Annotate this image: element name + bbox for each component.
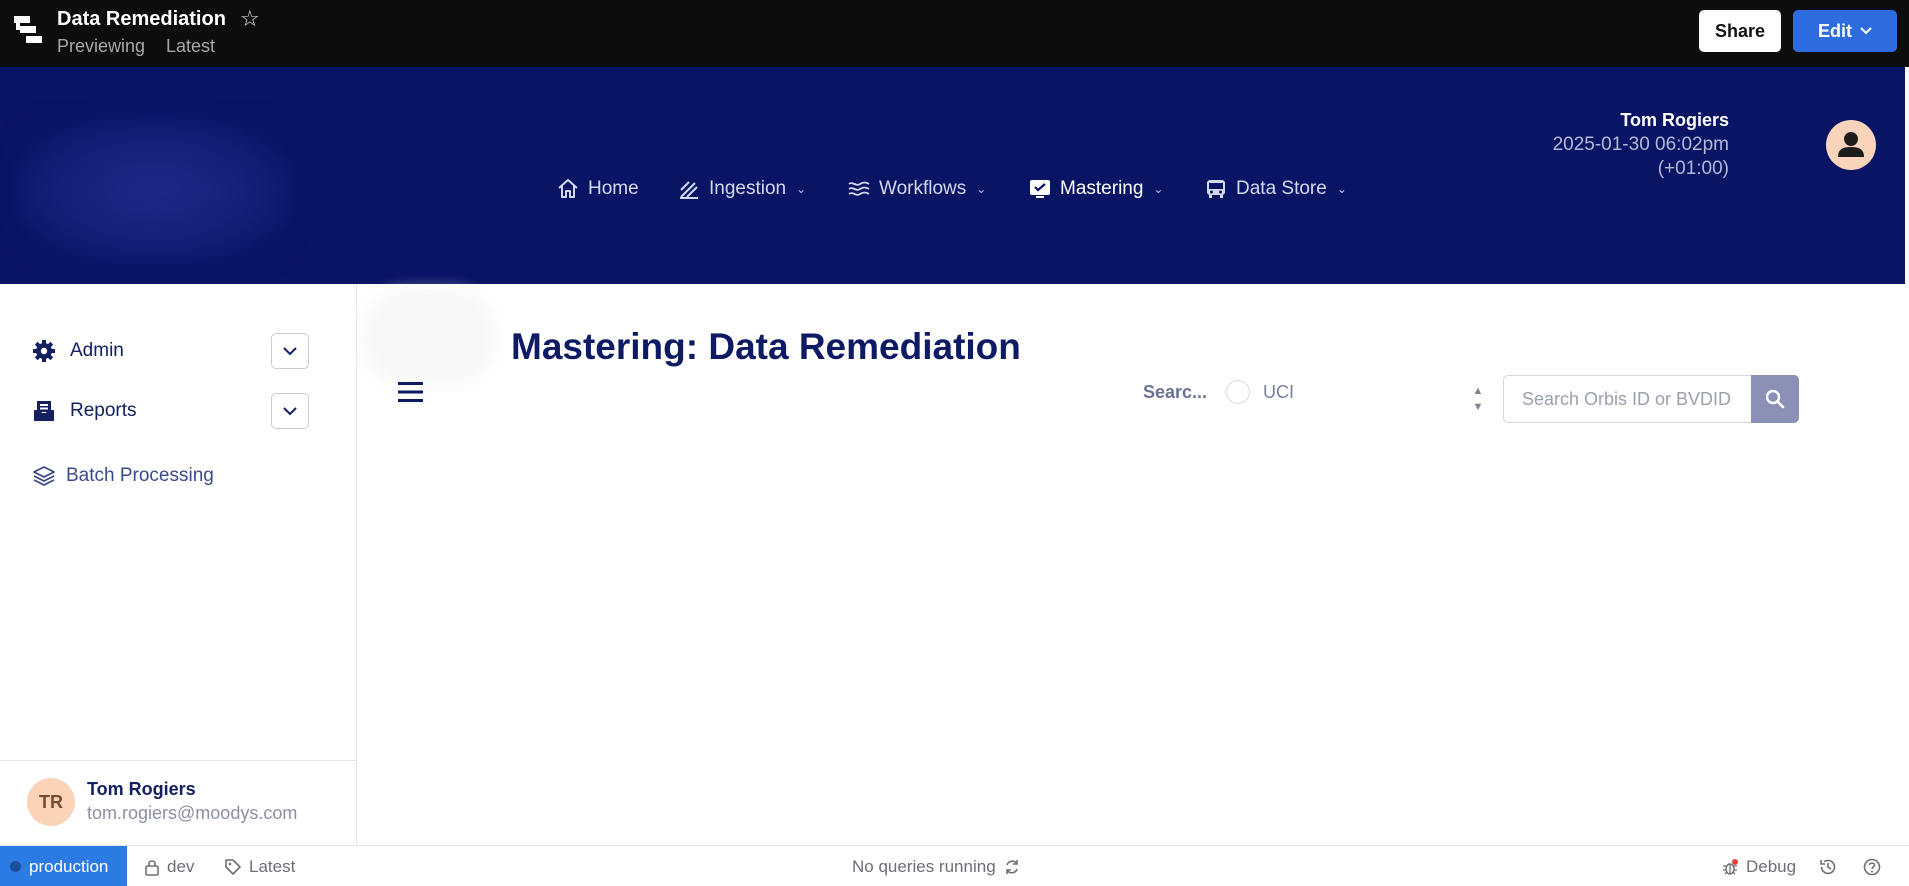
environment-badge[interactable]: production — [0, 846, 127, 886]
app-title: Data Remediation — [57, 8, 226, 30]
help-icon — [1863, 858, 1881, 875]
environment-label: production — [29, 856, 109, 876]
sidebar-item-label: Admin — [70, 340, 124, 361]
chevron-down-icon: ⌄ — [796, 182, 807, 196]
nav-item-data-store[interactable]: Data Store ⌄ — [1204, 174, 1347, 204]
edit-button-label: Edit — [1818, 20, 1852, 41]
tag-icon — [225, 858, 241, 875]
admin-expand-button[interactable] — [271, 333, 309, 369]
nav-label: Data Store — [1236, 178, 1327, 199]
stepper-up-icon[interactable]: ▲ — [1471, 383, 1485, 399]
blurred-logo — [14, 115, 294, 265]
nav-label: Ingestion — [709, 178, 787, 199]
search-mode-label: Searc... — [1143, 382, 1208, 402]
sidebar-item-label: Reports — [70, 400, 137, 421]
chevron-down-icon — [1860, 27, 1872, 35]
header-user-time: 2025-01-30 06:02pm (+01:00) — [1489, 133, 1729, 181]
sidebar: Admin Reports Batch Processing TR Tom Ro… — [0, 284, 357, 845]
app-logo-icon — [14, 16, 42, 43]
data-store-icon — [1207, 180, 1225, 198]
stepper-down-icon[interactable]: ▼ — [1471, 399, 1485, 415]
user-timezone: (+01:00) — [1657, 158, 1729, 179]
nav-item-workflows[interactable]: Workflows ⌄ — [847, 174, 986, 204]
sidebar-link-batch-processing[interactable]: Batch Processing — [32, 464, 214, 488]
history-icon — [1820, 859, 1836, 874]
layers-icon — [33, 466, 55, 486]
tag-label: Latest — [249, 856, 296, 876]
footer-user-email: tom.rogiers@moodys.com — [87, 803, 298, 823]
bug-icon — [1723, 858, 1738, 875]
nav-label: Workflows — [879, 178, 967, 199]
avatar: TR — [27, 778, 75, 826]
branch-indicator[interactable]: dev — [144, 846, 194, 886]
preview-status: Previewing — [57, 36, 146, 56]
chevron-down-icon: ⌄ — [1153, 182, 1164, 196]
reports-icon — [34, 401, 54, 421]
user-icon — [1838, 132, 1864, 157]
ingestion-icon — [680, 181, 698, 199]
nav-label: Mastering — [1060, 178, 1144, 199]
version-label[interactable]: Latest — [166, 36, 215, 57]
chevron-down-icon: ⌄ — [976, 182, 987, 196]
nav-label: Home — [588, 178, 639, 199]
edit-button[interactable]: Edit — [1793, 10, 1897, 52]
reports-expand-button[interactable] — [271, 393, 309, 429]
footer-user-name: Tom Rogiers — [87, 779, 196, 799]
status-bar: production dev Latest No queries running… — [0, 845, 1909, 886]
nav-item-mastering[interactable]: Mastering ⌄ — [1028, 174, 1163, 204]
help-button[interactable] — [1862, 846, 1882, 886]
search-button[interactable] — [1751, 375, 1799, 423]
hamburger-menu-icon[interactable] — [398, 381, 423, 403]
debug-button[interactable]: Debug — [1721, 846, 1796, 886]
sidebar-item-admin[interactable]: Admin — [32, 339, 124, 363]
chevron-down-icon — [283, 346, 297, 355]
environment-dot-icon — [10, 861, 21, 872]
uci-radio[interactable] — [1226, 380, 1250, 404]
share-button[interactable]: Share — [1699, 10, 1781, 52]
nav-item-home[interactable]: Home — [556, 174, 639, 204]
search-input[interactable] — [1503, 375, 1751, 423]
gear-icon — [33, 340, 55, 362]
sidebar-link-label: Batch Processing — [66, 465, 214, 486]
chevron-down-icon: ⌄ — [1336, 182, 1347, 196]
mastering-icon — [1030, 180, 1050, 198]
refresh-icon[interactable] — [1003, 858, 1021, 876]
sort-stepper[interactable]: ▲ ▼ — [1471, 383, 1485, 417]
workflows-icon — [848, 181, 870, 196]
history-button[interactable] — [1818, 846, 1838, 886]
header-avatar[interactable] — [1826, 120, 1876, 170]
blurred-image — [364, 292, 494, 382]
query-status-label: No queries running — [852, 856, 996, 876]
page-title: Mastering: Data Remediation — [511, 326, 1021, 367]
debug-label: Debug — [1746, 856, 1797, 876]
chevron-down-icon — [283, 406, 297, 415]
query-status: No queries running — [852, 846, 1021, 886]
lock-icon — [145, 859, 159, 876]
header-user-name: Tom Rogiers — [1620, 110, 1729, 130]
search-icon — [1765, 389, 1785, 409]
branch-label: dev — [167, 856, 195, 876]
nav-item-ingestion[interactable]: Ingestion ⌄ — [677, 174, 806, 204]
uci-radio-label[interactable]: UCI — [1263, 382, 1294, 403]
tag-indicator[interactable]: Latest — [224, 846, 295, 886]
app-top-bar: Data Remediation ☆ Previewing Latest Sha… — [0, 0, 1909, 67]
favorite-star-icon[interactable]: ☆ — [240, 6, 260, 32]
user-datetime: 2025-01-30 06:02pm — [1552, 134, 1729, 155]
sidebar-user-footer[interactable]: TR Tom Rogiers tom.rogiers@moodys.com — [0, 760, 356, 845]
home-icon — [558, 179, 578, 198]
app-header: Home Ingestion ⌄ Workflows ⌄ Mastering ⌄… — [0, 67, 1905, 284]
sidebar-item-reports[interactable]: Reports — [32, 399, 137, 423]
